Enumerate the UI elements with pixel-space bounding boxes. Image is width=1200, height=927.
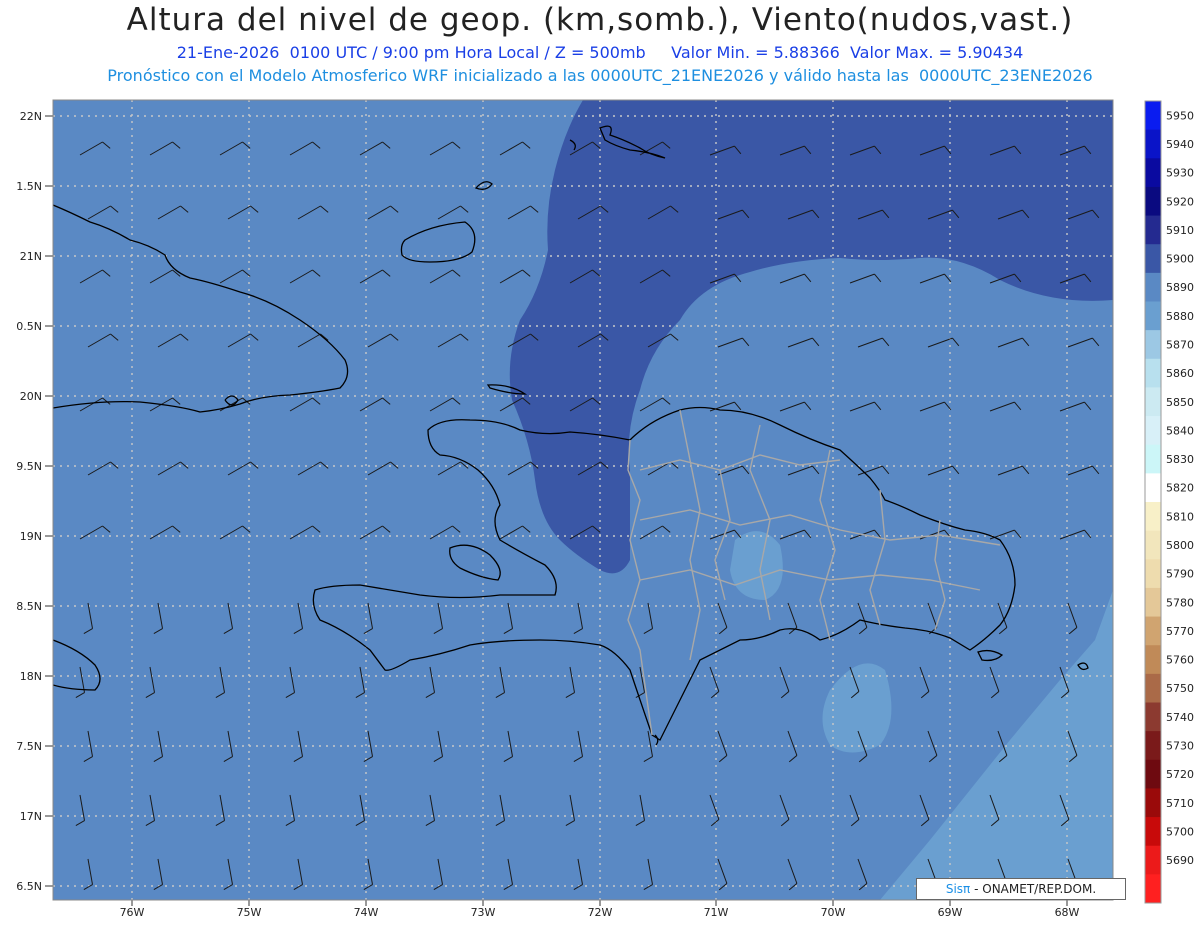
colorbar-label: 5920 — [1166, 195, 1194, 208]
credit-box: Sisπ - ONAMET/REP.DOM. — [916, 878, 1126, 900]
longitude-label: 76W — [120, 906, 145, 919]
colorbar-label: 5740 — [1166, 711, 1194, 724]
latitude-label: 6.5N — [16, 880, 42, 893]
colorbar-label: 5770 — [1166, 625, 1194, 638]
colorbar-label: 5900 — [1166, 253, 1194, 266]
colorbar-swatch — [1145, 731, 1161, 761]
sispi-logo: Sisπ — [945, 882, 971, 896]
colorbar-label: 5750 — [1166, 682, 1194, 695]
colorbar-label: 5820 — [1166, 482, 1194, 495]
colorbar-swatch — [1145, 874, 1161, 904]
colorbar-swatch — [1145, 673, 1161, 703]
latitude-label: 1.5N — [16, 180, 42, 193]
colorbar-label: 5780 — [1166, 596, 1194, 609]
latitude-label: 19N — [20, 530, 42, 543]
colorbar-label: 5940 — [1166, 138, 1194, 151]
colorbar-label: 5930 — [1166, 167, 1194, 180]
colorbar-label: 5700 — [1166, 825, 1194, 838]
colorbar-label: 5890 — [1166, 281, 1194, 294]
colorbar-label: 5720 — [1166, 768, 1194, 781]
colorbar-swatch — [1145, 272, 1161, 302]
colorbar-swatch — [1145, 645, 1161, 675]
colorbar-swatch — [1145, 387, 1161, 417]
colorbar-swatch — [1145, 502, 1161, 532]
colorbar-swatch — [1145, 559, 1161, 589]
longitude-label: 68W — [1055, 906, 1080, 919]
longitude-labels: 76W 75W 74W 73W 72W 71W 70W 69W 68W — [120, 900, 1080, 919]
latitude-label: 22N — [20, 110, 42, 123]
longitude-label: 75W — [237, 906, 262, 919]
colorbar-swatch — [1145, 444, 1161, 474]
colorbar-swatch — [1145, 101, 1161, 131]
latitude-label: 18N — [20, 670, 42, 683]
geopotential-field — [53, 100, 1113, 900]
colorbar-swatch — [1145, 244, 1161, 274]
colorbar-label: 5690 — [1166, 854, 1194, 867]
colorbar-label: 5800 — [1166, 539, 1194, 552]
colorbar-swatch — [1145, 186, 1161, 217]
colorbar-swatch — [1145, 587, 1161, 618]
latitude-labels: 22N 1.5N 21N 0.5N 20N 9.5N 19N 8.5N 18N 7.5N 17N 6.… — [16, 110, 53, 893]
credit-text: - ONAMET/REP.DOM. — [974, 882, 1097, 896]
colorbar-label: 5760 — [1166, 654, 1194, 667]
latitude-label: 9.5N — [16, 460, 42, 473]
longitude-label: 73W — [471, 906, 496, 919]
colorbar-swatch — [1145, 416, 1161, 446]
colorbar-swatch — [1145, 330, 1161, 360]
colorbar-label: 5860 — [1166, 367, 1194, 380]
colorbar-swatch — [1145, 158, 1161, 188]
latitude-label: 7.5N — [16, 740, 42, 753]
longitude-label: 70W — [821, 906, 846, 919]
colorbar-label: 5710 — [1166, 797, 1194, 810]
colorbar-swatch — [1145, 301, 1161, 331]
longitude-label: 72W — [588, 906, 613, 919]
longitude-label: 74W — [354, 906, 379, 919]
colorbar-label: 5730 — [1166, 739, 1194, 752]
latitude-label: 0.5N — [16, 320, 42, 333]
colorbar-swatch — [1145, 129, 1161, 159]
colorbar-swatch — [1145, 817, 1161, 847]
colorbar-swatch — [1145, 759, 1161, 789]
colorbar-label: 5830 — [1166, 453, 1194, 466]
colorbar-swatch — [1145, 702, 1161, 732]
colorbar-swatch — [1145, 358, 1161, 388]
colorbar-swatch — [1145, 215, 1161, 245]
weather-map: 22N 1.5N 21N 0.5N 20N 9.5N 19N 8.5N 18N 7.5N 17N 6.… — [16, 99, 1194, 919]
colorbar-swatch — [1145, 530, 1161, 560]
colorbar-label: 5950 — [1166, 109, 1194, 122]
colorbar-swatch — [1145, 616, 1161, 646]
colorbar-label: 5850 — [1166, 396, 1194, 409]
colorbar-label: 5910 — [1166, 224, 1194, 237]
latitude-label: 20N — [20, 390, 42, 403]
longitude-label: 71W — [704, 906, 729, 919]
colorbar-swatch — [1145, 473, 1161, 503]
colorbar-label: 5880 — [1166, 310, 1194, 323]
colorbar-swatch — [1145, 788, 1161, 818]
colorbar-label: 5840 — [1166, 424, 1194, 437]
colorbar: 5950 5940 5930 5920 5910 5900 5890 5880 5870 5860… — [1144, 100, 1194, 904]
colorbar-label: 5790 — [1166, 568, 1194, 581]
colorbar-label: 5870 — [1166, 338, 1194, 351]
colorbar-label: 5810 — [1166, 510, 1194, 523]
longitude-label: 69W — [938, 906, 963, 919]
latitude-label: 8.5N — [16, 600, 42, 613]
colorbar-swatch — [1145, 845, 1161, 875]
latitude-label: 21N — [20, 250, 42, 263]
latitude-label: 17N — [20, 810, 42, 823]
